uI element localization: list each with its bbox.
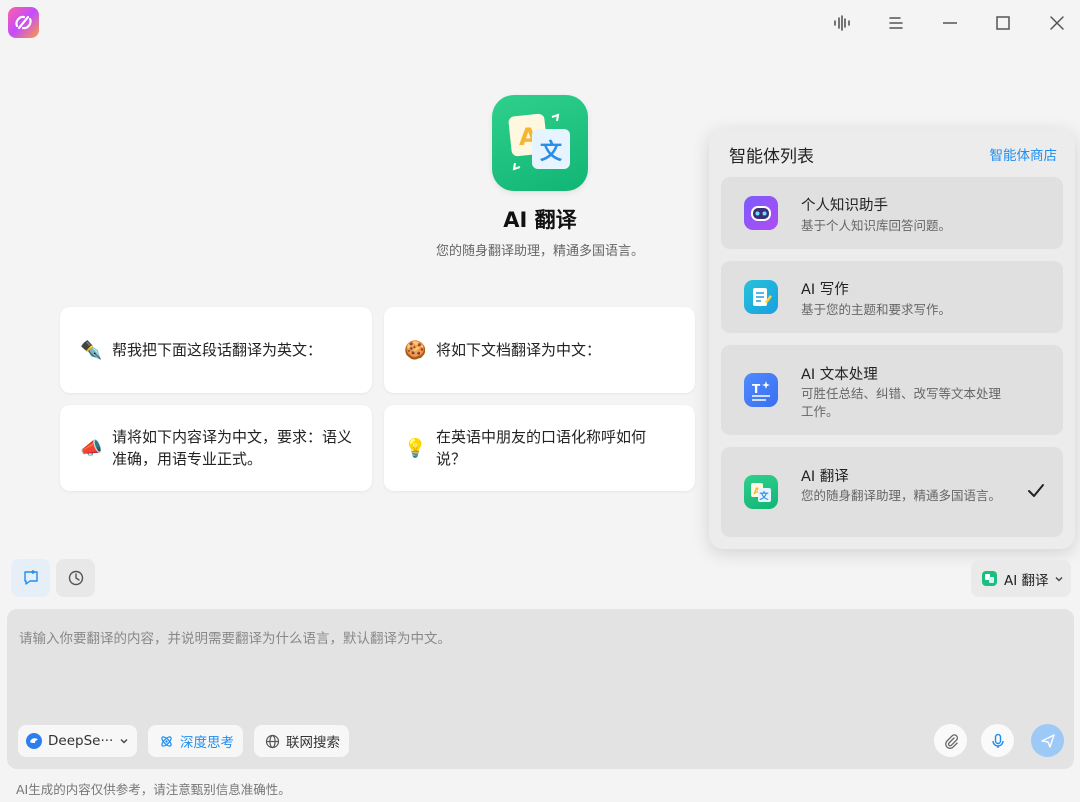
agent-item-text-processing[interactable]: T AI 文本处理 可胜任总结、纠错、改写等文本处理工作。 xyxy=(721,345,1063,435)
text-format-icon: T xyxy=(744,373,778,407)
menu-icon[interactable] xyxy=(881,8,911,38)
agent-name: AI 文本处理 xyxy=(801,367,878,383)
history-button[interactable] xyxy=(56,559,95,597)
agent-item-writing[interactable]: AI 写作 基于您的主题和要求写作。 xyxy=(721,261,1063,333)
deep-think-button[interactable]: 深度思考 xyxy=(148,725,243,757)
translate-app-icon: A 文 xyxy=(492,95,588,191)
translate-icon: A文 xyxy=(744,475,778,509)
deep-think-label: 深度思考 xyxy=(180,735,234,751)
agent-desc: 基于您的主题和要求写作。 xyxy=(801,302,952,317)
suggestion-card[interactable]: 🍪 将如下文档翻译为中文： xyxy=(384,307,695,393)
suggestion-card[interactable]: 💡 在英语中朋友的口语化称呼如何说？ xyxy=(384,405,695,491)
new-chat-button[interactable] xyxy=(11,559,50,597)
pen-icon: ✒️ xyxy=(80,339,103,361)
check-icon xyxy=(1027,483,1045,503)
model-label: DeepSe··· xyxy=(48,733,114,749)
panel-title: 智能体列表 xyxy=(729,147,814,167)
web-search-button[interactable]: 联网搜索 xyxy=(254,725,349,757)
agent-selector-label: AI 翻译 xyxy=(1004,572,1049,589)
agent-desc: 基于个人知识库回答问题。 xyxy=(801,218,952,233)
suggestion-text: 将如下文档翻译为中文： xyxy=(436,341,602,359)
chevron-down-icon xyxy=(1055,576,1063,581)
agent-desc: 您的随身翻译助理，精通多国语言。 xyxy=(801,488,1002,503)
agent-store-link[interactable]: 智能体商店 xyxy=(990,144,1058,164)
agent-name: AI 翻译 xyxy=(801,469,849,485)
atom-icon xyxy=(161,735,172,747)
voice-input-button[interactable] xyxy=(981,724,1014,757)
cookie-icon: 🍪 xyxy=(404,339,427,361)
send-icon xyxy=(1040,733,1055,748)
close-icon[interactable] xyxy=(1042,8,1072,38)
svg-text:文: 文 xyxy=(759,490,770,502)
microphone-icon xyxy=(991,733,1004,748)
robot-icon xyxy=(744,196,778,230)
document-edit-icon xyxy=(744,280,778,314)
model-selector[interactable]: DeepSe··· xyxy=(18,725,137,757)
maximize-icon[interactable] xyxy=(988,8,1018,38)
message-input[interactable] xyxy=(19,627,1059,697)
agent-name: 个人知识助手 xyxy=(801,198,888,214)
chat-input-box: DeepSe··· 深度思考 联网搜索 xyxy=(7,609,1074,769)
globe-icon xyxy=(265,734,280,748)
suggestion-text: 请将如下内容译为中文，要求：语义准确，用语专业正式。 xyxy=(112,428,353,468)
new-chat-icon xyxy=(23,570,38,585)
chevron-down-icon xyxy=(120,739,128,744)
voice-wave-icon[interactable] xyxy=(827,8,857,38)
agent-item-knowledge[interactable]: 个人知识助手 基于个人知识库回答问题。 xyxy=(721,177,1063,249)
agent-name: AI 写作 xyxy=(801,282,849,298)
translate-icon xyxy=(982,571,997,586)
megaphone-icon: 📣 xyxy=(80,437,103,459)
agent-item-translate[interactable]: A文 AI 翻译 您的随身翻译助理，精通多国语言。 xyxy=(721,447,1063,537)
paperclip-icon xyxy=(944,733,958,749)
history-icon xyxy=(68,570,83,586)
deepseek-icon xyxy=(26,733,42,749)
svg-text:T: T xyxy=(752,382,761,396)
app-logo-icon xyxy=(8,7,39,38)
lightbulb-icon: 💡 xyxy=(404,437,427,459)
agent-list-panel: 智能体列表 智能体商店 个人知识助手 基于个人知识库回答问题。 AI 写作 基于… xyxy=(709,129,1075,549)
attach-button[interactable] xyxy=(934,724,967,757)
svg-text:文: 文 xyxy=(540,139,563,165)
agent-desc: 可胜任总结、纠错、改写等文本处理工作。 xyxy=(801,386,1002,419)
agent-selector[interactable]: AI 翻译 xyxy=(971,560,1071,597)
minimize-icon[interactable] xyxy=(935,8,965,38)
suggestion-card[interactable]: 📣 请将如下内容译为中文，要求：语义准确，用语专业正式。 xyxy=(60,405,372,491)
suggestion-text: 帮我把下面这段话翻译为英文： xyxy=(112,341,323,359)
suggestion-text: 在英语中朋友的口语化称呼如何说？ xyxy=(436,428,647,468)
send-button[interactable] xyxy=(1031,724,1064,757)
ai-disclaimer: AI生成的内容仅供参考，请注意甄别信息准确性。 xyxy=(16,782,291,797)
suggestion-card[interactable]: ✒️ 帮我把下面这段话翻译为英文： xyxy=(60,307,372,393)
web-search-label: 联网搜索 xyxy=(286,735,340,751)
